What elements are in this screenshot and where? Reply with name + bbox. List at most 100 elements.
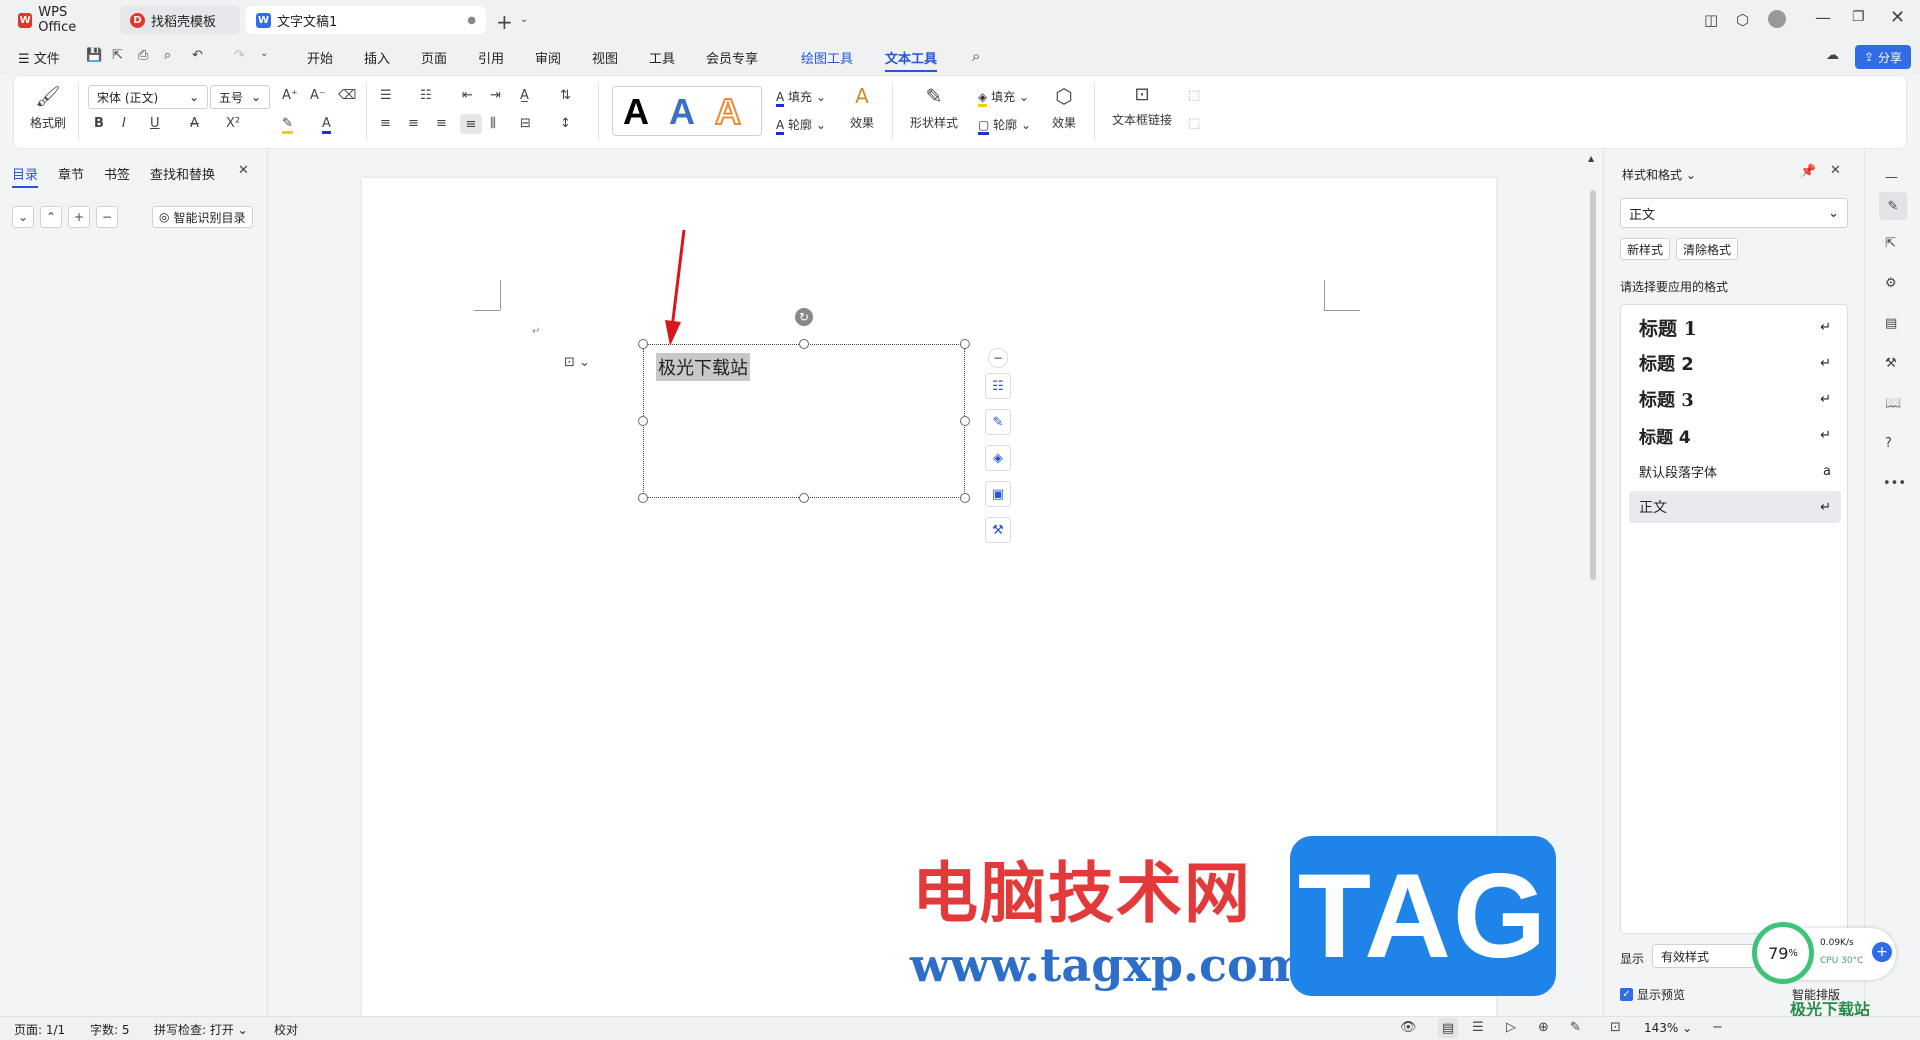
menu-review[interactable]: 审阅 bbox=[535, 48, 561, 67]
eye-icon[interactable]: 👁 bbox=[1400, 1020, 1417, 1035]
resize-handle[interactable] bbox=[638, 416, 648, 426]
style-heading-3[interactable]: 标题 3 ↵ bbox=[1629, 383, 1841, 415]
page-view-icon[interactable]: ▤ bbox=[1438, 1018, 1458, 1038]
art-style-orange[interactable]: A bbox=[714, 90, 742, 133]
spell-check[interactable]: 拼写检查: 打开 ⌄ bbox=[154, 1021, 248, 1038]
outline-view-icon[interactable]: ☰ bbox=[1472, 1020, 1484, 1035]
vertical-scrollbar[interactable]: ▲ bbox=[1584, 150, 1602, 1016]
undo-icon[interactable]: ↶ bbox=[192, 48, 203, 63]
style-heading-2[interactable]: 标题 2 ↵ bbox=[1629, 347, 1841, 379]
book-icon[interactable]: 📖 bbox=[1885, 396, 1901, 411]
minimize-sidebar-icon[interactable]: — bbox=[1885, 170, 1898, 185]
anchor-icon[interactable]: ⊡ ⌄ bbox=[564, 355, 590, 370]
number-list-icon[interactable]: ☷ bbox=[420, 88, 432, 103]
smart-toc-button[interactable]: ◎ 智能识别目录 bbox=[152, 206, 253, 228]
show-select[interactable]: 有效样式 bbox=[1652, 944, 1762, 968]
menu-member[interactable]: 会员专享 bbox=[706, 48, 758, 67]
styles-panel-title[interactable]: 样式和格式 ⌄ bbox=[1622, 166, 1696, 183]
current-style-select[interactable]: 正文 ⌄ bbox=[1620, 198, 1848, 228]
scroll-thumb[interactable] bbox=[1590, 190, 1596, 580]
close-window-icon[interactable]: ✕ bbox=[1890, 7, 1905, 28]
font-size-select[interactable]: 五号 ⌄ bbox=[210, 85, 270, 109]
resize-handle[interactable] bbox=[799, 339, 809, 349]
style-heading-1[interactable]: 标题 1 ↵ bbox=[1629, 311, 1841, 343]
layout-options-icon[interactable]: ☷ bbox=[985, 373, 1011, 399]
tools-icon[interactable]: ⚒ bbox=[1885, 356, 1897, 371]
increase-indent-icon[interactable]: ⇥ bbox=[490, 88, 501, 103]
tab-chapter[interactable]: 章节 bbox=[58, 164, 84, 183]
style-edit-icon[interactable]: ✎ bbox=[1879, 192, 1907, 220]
decrease-indent-icon[interactable]: ⇤ bbox=[462, 88, 473, 103]
save-icon[interactable]: 💾 bbox=[86, 48, 102, 63]
page-indicator[interactable]: 页面: 1/1 bbox=[14, 1021, 65, 1038]
proofread[interactable]: 校对 bbox=[274, 1021, 298, 1038]
shape-effects-button[interactable]: ⬡ 效果 bbox=[1044, 84, 1084, 136]
clear-format-icon[interactable]: ⌫ bbox=[338, 88, 356, 103]
superscript-icon[interactable]: X² bbox=[226, 116, 240, 131]
text-effects-button[interactable]: A 效果 bbox=[842, 84, 882, 136]
remove-icon[interactable]: − bbox=[96, 206, 118, 228]
minimize-icon[interactable]: — bbox=[1815, 8, 1831, 27]
cloud-icon[interactable]: ☁ bbox=[1826, 48, 1839, 63]
menu-text-tools[interactable]: 文本工具 bbox=[885, 48, 938, 72]
menu-tools[interactable]: 工具 bbox=[649, 48, 675, 67]
select-icon[interactable]: ⇱ bbox=[1885, 236, 1896, 251]
unsaved-dot-icon[interactable]: ● bbox=[467, 15, 476, 26]
tab-document[interactable]: W 文字文稿1 ● bbox=[246, 6, 486, 34]
properties-icon[interactable]: ⚙ bbox=[1885, 276, 1897, 291]
avatar[interactable] bbox=[1768, 10, 1786, 28]
close-panel-icon[interactable]: ✕ bbox=[1830, 163, 1841, 178]
tab-bookmark[interactable]: 书签 bbox=[104, 164, 130, 183]
column-icon[interactable]: ⊟ bbox=[520, 116, 531, 131]
shrink-font-icon[interactable]: A⁻ bbox=[310, 88, 326, 103]
textbox-break-icon[interactable]: ⬚ bbox=[1188, 116, 1200, 131]
menu-file[interactable]: ☰ 文件 bbox=[18, 48, 60, 67]
system-monitor[interactable]: 79% 0.09K/s CPU 30°C + bbox=[1752, 922, 1896, 984]
tab-docer[interactable]: D 找稻壳模板 bbox=[120, 6, 240, 34]
export-icon[interactable]: ⇱ bbox=[112, 48, 123, 63]
resize-handle[interactable] bbox=[960, 339, 970, 349]
chevron-down-icon[interactable]: ⌄ bbox=[520, 14, 528, 25]
tab-toc[interactable]: 目录 bbox=[12, 164, 39, 188]
font-name-select[interactable]: 宋体 (正文) ⌄ bbox=[88, 85, 208, 109]
align-center-icon[interactable]: ≡ bbox=[408, 116, 419, 131]
shape-outline-button[interactable]: ▢ 轮廓 ⌄ bbox=[978, 116, 1031, 135]
cube-icon[interactable]: ⬡ bbox=[1736, 11, 1749, 29]
new-style-button[interactable]: 新样式 bbox=[1620, 238, 1671, 260]
textbox-link-button[interactable]: ⊡ 文本框链接 bbox=[1106, 84, 1178, 136]
textbox[interactable]: 极光下载站 bbox=[643, 344, 965, 498]
line-spacing-icon[interactable]: ↕ bbox=[560, 116, 571, 131]
show-preview-checkbox[interactable]: ✓ 显示预览 bbox=[1620, 986, 1685, 1003]
distribute-icon[interactable]: ⫼ bbox=[490, 116, 496, 131]
art-style-black[interactable]: A bbox=[623, 91, 649, 133]
format-icon[interactable]: ▤ bbox=[1885, 316, 1897, 331]
justify-icon[interactable]: ≡ bbox=[460, 114, 482, 134]
resize-handle[interactable] bbox=[960, 493, 970, 503]
tab-find-replace[interactable]: 查找和替换 bbox=[150, 164, 215, 183]
menu-page[interactable]: 页面 bbox=[421, 48, 447, 67]
close-panel-icon[interactable]: ✕ bbox=[238, 163, 249, 178]
menu-references[interactable]: 引用 bbox=[478, 48, 504, 67]
add-icon[interactable]: + bbox=[68, 206, 90, 228]
tab-wps-office[interactable]: W WPS Office bbox=[8, 5, 116, 35]
menu-home[interactable]: 开始 bbox=[307, 48, 333, 67]
menu-insert[interactable]: 插入 bbox=[364, 48, 390, 67]
rotate-handle-icon[interactable]: ↻ bbox=[795, 308, 813, 326]
menu-view[interactable]: 视图 bbox=[592, 48, 618, 67]
style-body[interactable]: 正文 ↵ bbox=[1629, 491, 1841, 523]
text-fill-button[interactable]: A 填充 ⌄ bbox=[776, 88, 826, 107]
textbox-icon[interactable]: ⬚ bbox=[1188, 88, 1200, 103]
highlight-icon[interactable]: ✎ bbox=[282, 116, 293, 134]
more-quick-icon[interactable]: ⌄ bbox=[260, 48, 268, 59]
redo-icon[interactable]: ↷ bbox=[234, 48, 245, 63]
shape-fill-button[interactable]: ◈ 填充 ⌄ bbox=[978, 88, 1029, 107]
collapse-icon[interactable]: ⌄ bbox=[12, 206, 34, 228]
play-icon[interactable]: ▷ bbox=[1506, 1020, 1516, 1035]
resize-handle[interactable] bbox=[960, 416, 970, 426]
border-style-icon[interactable]: ▣ bbox=[985, 481, 1011, 507]
pen-icon[interactable]: ✎ bbox=[985, 409, 1011, 435]
shape-style-button[interactable]: ✎ 形状样式 bbox=[904, 84, 964, 136]
menu-drawing-tools[interactable]: 绘图工具 bbox=[801, 48, 853, 67]
help-icon[interactable]: ? bbox=[1885, 436, 1892, 451]
collapse-toolbar-icon[interactable]: − bbox=[988, 348, 1008, 368]
